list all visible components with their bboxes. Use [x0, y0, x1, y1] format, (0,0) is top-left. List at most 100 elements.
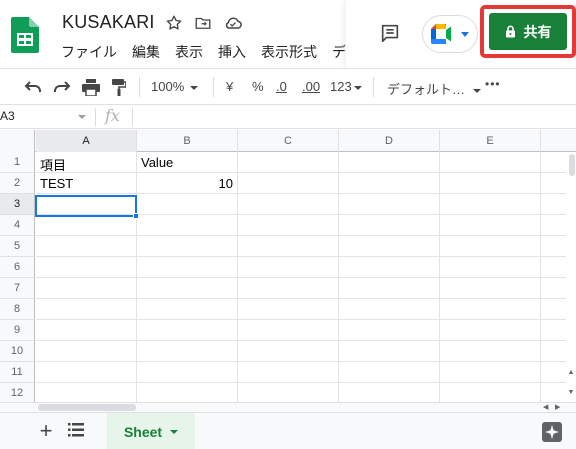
row-header[interactable]: 6 [0, 257, 35, 278]
cell-c9[interactable] [238, 320, 339, 341]
cell-d12[interactable] [339, 383, 440, 402]
cell-c11[interactable] [238, 362, 339, 383]
cell-b12[interactable] [137, 383, 238, 402]
cell-d3[interactable] [339, 194, 440, 215]
row-header[interactable]: 7 [0, 278, 35, 299]
cell-c3[interactable] [238, 194, 339, 215]
cell-a12[interactable] [36, 383, 137, 402]
menu-file[interactable]: ファイル [61, 42, 117, 62]
row-header[interactable]: 5 [0, 236, 35, 257]
cell-a11[interactable] [36, 362, 137, 383]
cell-a10[interactable] [36, 341, 137, 362]
all-sheets-list-icon[interactable] [68, 423, 86, 439]
scroll-left-icon[interactable]: ◀ [543, 403, 548, 411]
cloud-status-icon[interactable] [223, 13, 243, 33]
cell-a5[interactable] [36, 236, 137, 257]
cell-b9[interactable] [137, 320, 238, 341]
name-box[interactable]: A3 [0, 109, 15, 123]
cell-b6[interactable] [137, 257, 238, 278]
menu-view[interactable]: 表示 [175, 42, 203, 62]
cell-e9[interactable] [440, 320, 541, 341]
cell-e7[interactable] [440, 278, 541, 299]
row-header[interactable]: 8 [0, 299, 35, 320]
cell-e2[interactable] [440, 173, 541, 194]
row-header[interactable]: 11 [0, 362, 35, 383]
sheet-tab[interactable]: Sheet [107, 413, 195, 449]
cell-c1[interactable] [238, 152, 339, 173]
cell-d7[interactable] [339, 278, 440, 299]
cell-d8[interactable] [339, 299, 440, 320]
scroll-up-icon[interactable]: ▲ [568, 369, 575, 376]
more-options-icon[interactable]: ••• [485, 77, 501, 91]
menu-format[interactable]: 表示形式 [261, 42, 317, 62]
cell-e5[interactable] [440, 236, 541, 257]
cell-b11[interactable] [137, 362, 238, 383]
cell-e6[interactable] [440, 257, 541, 278]
scroll-right-icon[interactable]: ▶ [555, 403, 560, 411]
chevron-down-icon[interactable] [78, 115, 86, 119]
row-header[interactable]: 2 [0, 173, 35, 194]
document-title[interactable]: KUSAKARI [62, 12, 155, 33]
scroll-down-icon[interactable]: ▼ [568, 389, 575, 396]
horizontal-scrollbar[interactable]: ◀ ▶ [0, 402, 576, 412]
scrollbar-thumb[interactable] [38, 404, 136, 411]
column-header-d[interactable]: D [339, 130, 440, 152]
cell-c12[interactable] [238, 383, 339, 402]
star-icon[interactable] [164, 13, 184, 33]
cell-c8[interactable] [238, 299, 339, 320]
cell-a1[interactable]: 項目 [36, 152, 137, 173]
cell-b8[interactable] [137, 299, 238, 320]
menu-edit[interactable]: 編集 [132, 42, 160, 62]
cell-e4[interactable] [440, 215, 541, 236]
zoom-select[interactable]: 100% [151, 79, 199, 94]
menu-insert[interactable]: 挿入 [218, 42, 246, 62]
cell-a2[interactable]: TEST [36, 173, 137, 194]
cell-e1[interactable] [440, 152, 541, 173]
cell-b10[interactable] [137, 341, 238, 362]
add-sheet-icon[interactable]: + [36, 420, 56, 442]
redo-icon[interactable] [51, 77, 73, 97]
share-button[interactable]: 共有 [489, 13, 567, 50]
paint-format-icon[interactable] [109, 77, 129, 97]
print-icon[interactable] [80, 77, 102, 97]
decrease-decimal-button[interactable]: .0 [276, 79, 287, 94]
column-header-b[interactable]: B [137, 130, 238, 152]
cell-a6[interactable] [36, 257, 137, 278]
cell-a4[interactable] [36, 215, 137, 236]
cell-a8[interactable] [36, 299, 137, 320]
cell-d11[interactable] [339, 362, 440, 383]
cell-a9[interactable] [36, 320, 137, 341]
font-select[interactable]: デフォルト… [387, 79, 482, 98]
meet-button[interactable] [422, 15, 478, 53]
formula-input[interactable] [140, 107, 570, 127]
explore-icon[interactable] [542, 422, 562, 442]
cell-c2[interactable] [238, 173, 339, 194]
row-header[interactable]: 9 [0, 320, 35, 341]
row-header[interactable]: 4 [0, 215, 35, 236]
cell-b5[interactable] [137, 236, 238, 257]
cell-d5[interactable] [339, 236, 440, 257]
row-header[interactable]: 10 [0, 341, 35, 362]
cell-e8[interactable] [440, 299, 541, 320]
comment-history-icon[interactable] [379, 22, 401, 44]
cell-c10[interactable] [238, 341, 339, 362]
cell-b2[interactable]: 10 [137, 173, 238, 194]
sheets-logo-icon[interactable] [11, 17, 39, 53]
cell-a7[interactable] [36, 278, 137, 299]
cell-d2[interactable] [339, 173, 440, 194]
cell-e11[interactable] [440, 362, 541, 383]
cell-d9[interactable] [339, 320, 440, 341]
more-formats-select[interactable]: 123 [330, 79, 362, 94]
cell-c7[interactable] [238, 278, 339, 299]
cell-e12[interactable] [440, 383, 541, 402]
row-header[interactable]: 3 [0, 194, 35, 215]
row-header[interactable]: 1 [0, 152, 35, 173]
cell-e10[interactable] [440, 341, 541, 362]
cell-c6[interactable] [238, 257, 339, 278]
row-header[interactable]: 12 [0, 383, 35, 402]
currency-format-button[interactable]: ¥ [226, 79, 233, 94]
undo-icon[interactable] [22, 77, 44, 97]
cell-b3[interactable] [137, 194, 238, 215]
cell-b1[interactable]: Value [137, 152, 238, 173]
cell-d6[interactable] [339, 257, 440, 278]
